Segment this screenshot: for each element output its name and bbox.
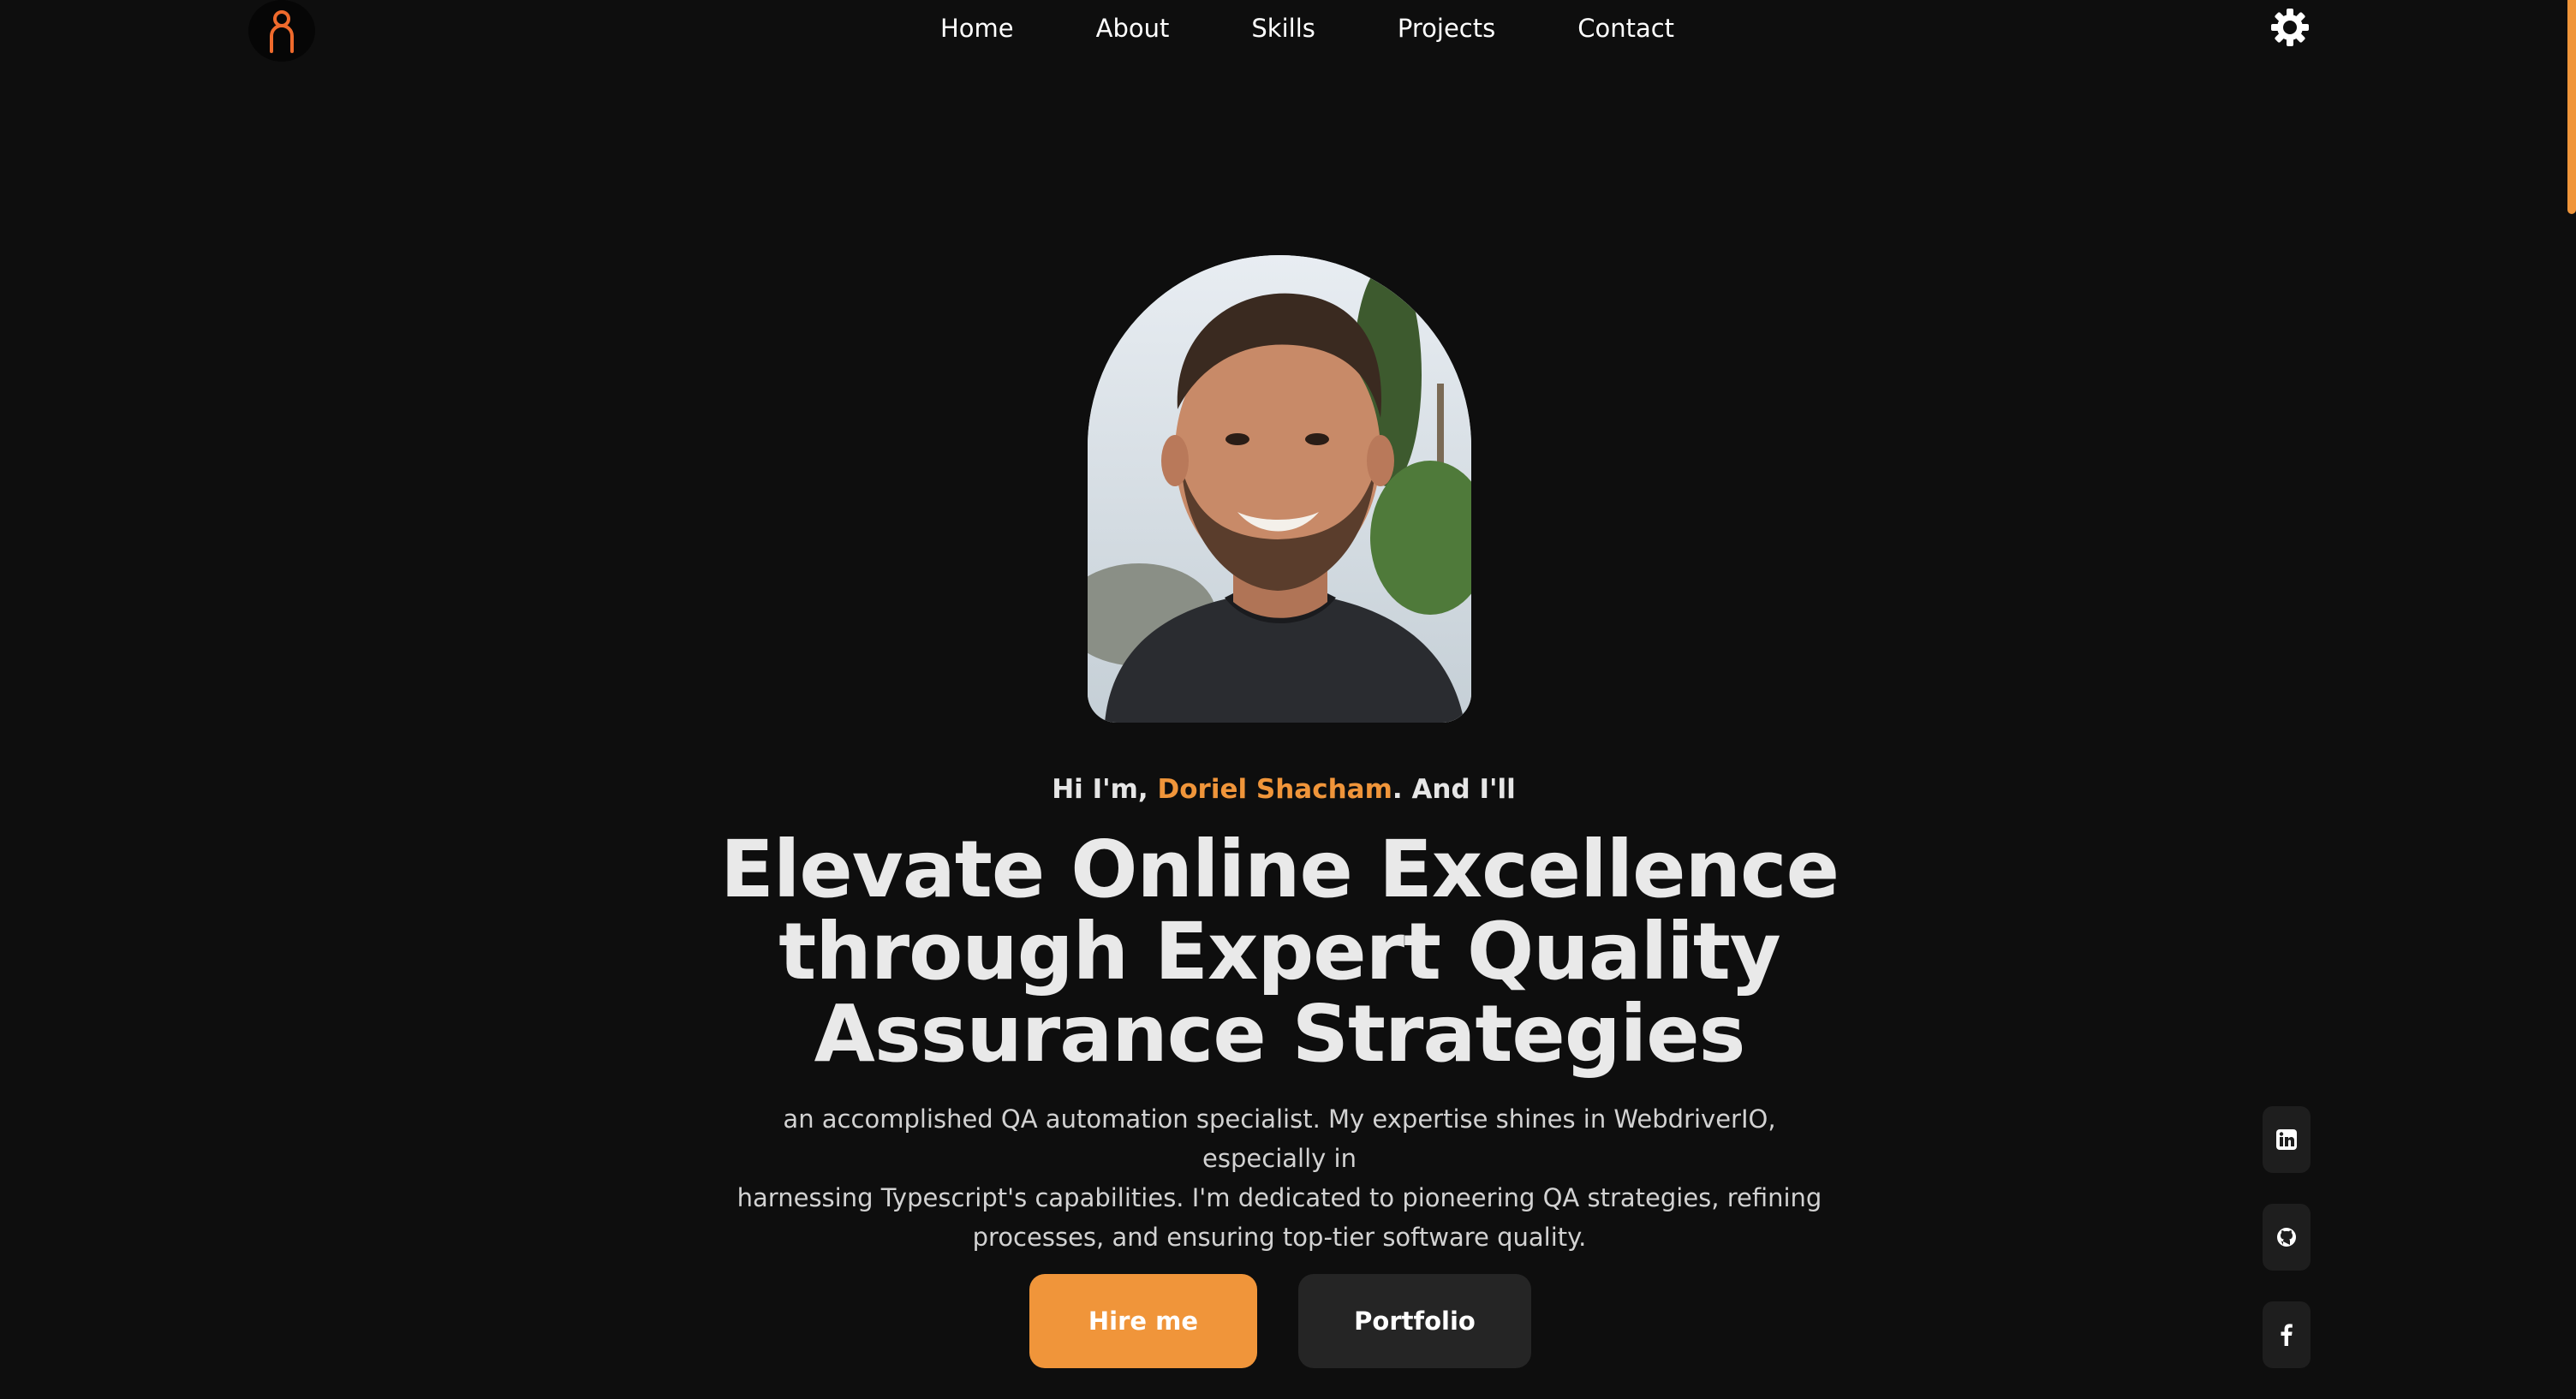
- headline-line-1: Elevate Online Excellence: [720, 824, 1840, 915]
- headline-line-3: Assurance Strategies: [814, 988, 1746, 1080]
- scrollbar[interactable]: [2567, 0, 2576, 1399]
- logo[interactable]: [248, 0, 315, 62]
- person-name: Doriel Shacham: [1157, 774, 1392, 805]
- facebook-icon: [2281, 1324, 2293, 1346]
- linkedin-link[interactable]: [2263, 1106, 2311, 1173]
- github-link[interactable]: [2263, 1204, 2311, 1271]
- nav-link-projects[interactable]: Projects: [1398, 14, 1495, 43]
- nav-link-skills[interactable]: Skills: [1251, 14, 1315, 43]
- nav-menu: Home About Skills Projects Contact: [940, 14, 1674, 43]
- description-line-1: an accomplished QA automation specialist…: [783, 1104, 1776, 1173]
- facebook-link[interactable]: [2263, 1301, 2311, 1368]
- hire-me-button[interactable]: Hire me: [1029, 1274, 1257, 1368]
- portfolio-page: Home About Skills Projects Contact Hi I'…: [0, 0, 2576, 1399]
- profile-photo: [1088, 255, 1471, 723]
- intro-suffix: . And I'll: [1392, 774, 1516, 805]
- headline-line-2: through Expert Quality: [778, 906, 1781, 997]
- nav-link-contact[interactable]: Contact: [1577, 14, 1674, 43]
- intro-line: Hi I'm, Doriel Shacham. And I'll: [0, 774, 2567, 805]
- nav-link-home[interactable]: Home: [940, 14, 1014, 43]
- person-logo-icon: [270, 10, 294, 53]
- intro-prefix: Hi I'm,: [1052, 774, 1148, 805]
- scroll-progress-thumb[interactable]: [2567, 0, 2576, 214]
- github-icon: [2277, 1228, 2296, 1247]
- sun-gear-icon: [2271, 9, 2309, 46]
- navbar: Home About Skills Projects Contact: [0, 0, 2567, 62]
- description-line-2: harnessing Typescript's capabilities. I'…: [736, 1183, 1822, 1212]
- theme-toggle-button[interactable]: [2268, 5, 2312, 50]
- hero-description: an accomplished QA automation specialist…: [731, 1099, 1828, 1257]
- portrait-image: [1088, 255, 1471, 723]
- description-line-3: processes, and ensuring top-tier softwar…: [972, 1223, 1587, 1252]
- linkedin-icon: [2276, 1129, 2297, 1150]
- nav-link-about[interactable]: About: [1096, 14, 1170, 43]
- hero-headline: Elevate Online Excellence through Expert…: [689, 829, 1870, 1075]
- portfolio-button[interactable]: Portfolio: [1298, 1274, 1531, 1368]
